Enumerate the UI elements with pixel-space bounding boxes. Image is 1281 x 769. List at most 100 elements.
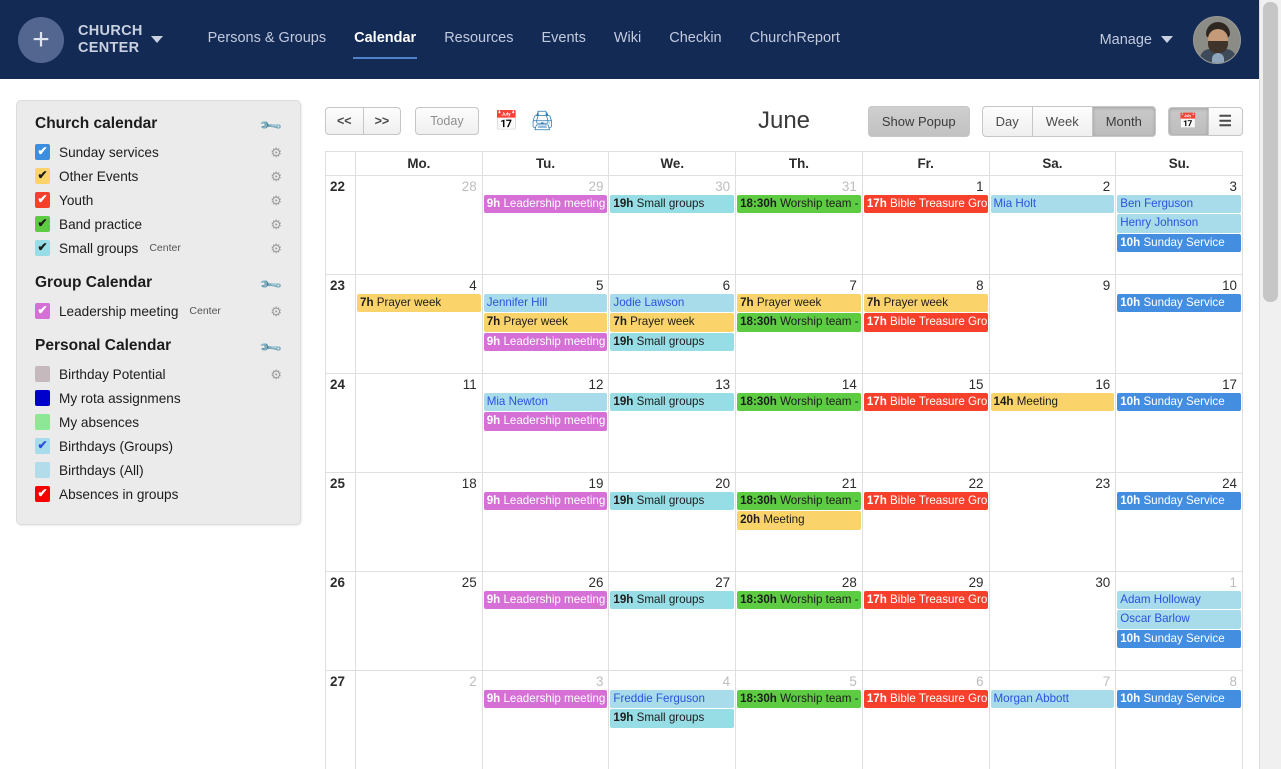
gear-icon[interactable]: ⚙ — [270, 368, 286, 381]
calendar-checkbox[interactable] — [35, 390, 50, 406]
calendar-checkbox[interactable]: ✔ — [35, 486, 50, 502]
calendar-event[interactable]: 18:30h Worship team - — [737, 690, 861, 709]
day-cell[interactable]: 16 14h Meeting — [988, 373, 1117, 473]
nav-item-calendar[interactable]: Calendar — [353, 26, 418, 59]
calendar-event[interactable]: 7h Prayer week — [610, 313, 735, 332]
calendar-event[interactable]: 19h Small groups — [610, 393, 735, 412]
day-cell[interactable]: 19 9h Leadership meeting — [481, 472, 610, 572]
calendar-event[interactable]: 19h Small groups — [610, 332, 735, 352]
list-view-icon[interactable]: ☰ — [1207, 106, 1243, 136]
calendar-checkbox[interactable] — [35, 366, 50, 382]
printer-icon[interactable]: 🖨 — [530, 112, 554, 131]
calendar-event[interactable]: 14h Meeting — [990, 393, 1115, 412]
calendar-filter-row[interactable]: ✔ Birthdays (Groups) — [35, 434, 286, 458]
calendar-checkbox[interactable] — [35, 414, 50, 430]
day-cell[interactable]: 18 — [355, 472, 483, 572]
calendar-event[interactable]: 17h Bible Treasure Gro — [863, 591, 988, 610]
calendar-filter-row[interactable]: Birthday Potential ⚙ — [35, 362, 286, 386]
calendar-checkbox[interactable]: ✔ — [35, 303, 50, 319]
calendar-event[interactable]: 7h Prayer week — [737, 294, 861, 313]
view-day-button[interactable]: Day — [981, 105, 1032, 137]
wrench-icon[interactable]: 🔧 — [259, 332, 288, 360]
nav-item-events[interactable]: Events — [541, 26, 587, 53]
calendar-event[interactable]: Morgan Abbott — [990, 690, 1115, 709]
calendar-event[interactable]: Freddie Ferguson — [610, 690, 735, 709]
day-cell[interactable]: 4 Freddie Ferguson 19h Small groups — [608, 670, 737, 769]
calendar-event[interactable]: 18:30h Worship team - — [737, 591, 861, 610]
day-cell[interactable]: 3 9h Leadership meeting — [481, 670, 610, 769]
day-cell[interactable]: 1 17h Bible Treasure Gro — [861, 175, 990, 275]
calendar-event[interactable]: 9h Leadership meeting — [483, 412, 608, 431]
gear-icon[interactable]: ⚙ — [270, 170, 286, 183]
calendar-event[interactable]: 9h Leadership meeting — [483, 591, 608, 610]
calendar-event[interactable]: Jodie Lawson — [610, 294, 735, 313]
calendar-event[interactable]: Adam Holloway — [1117, 591, 1241, 610]
calendar-checkbox[interactable]: ✔ — [35, 192, 50, 208]
calendar-filter-row[interactable]: ✔ Sunday services ⚙ — [35, 140, 286, 164]
calendar-event[interactable]: Oscar Barlow — [1117, 610, 1241, 629]
day-cell[interactable]: 31 18:30h Worship team - — [735, 175, 863, 275]
nav-item-churchreport[interactable]: ChurchReport — [749, 26, 841, 53]
calendar-checkbox[interactable]: ✔ — [35, 216, 50, 232]
plus-icon[interactable]: + — [18, 16, 64, 63]
calendar-event[interactable]: 7h Prayer week — [357, 294, 481, 313]
calendar-event[interactable]: 17h Bible Treasure Gro — [863, 492, 988, 511]
calendar-event[interactable]: 20h Meeting — [737, 511, 861, 530]
chevron-down-icon[interactable] — [150, 36, 163, 43]
gear-icon[interactable]: ⚙ — [270, 218, 286, 231]
calendar-filter-row[interactable]: ✔ Band practice ⚙ — [35, 212, 286, 236]
day-cell[interactable]: 17 10h Sunday Service — [1115, 373, 1243, 473]
day-cell[interactable]: 3 Ben Ferguson Henry Johnson 10h Sunday Ser… — [1115, 175, 1243, 275]
day-cell[interactable]: 5 Jennifer Hill 7h Prayer week 9h Leadershi… — [481, 274, 610, 374]
gear-icon[interactable]: ⚙ — [270, 305, 286, 318]
day-cell[interactable]: 6 17h Bible Treasure Gro — [861, 670, 990, 769]
view-week-button[interactable]: Week — [1031, 105, 1092, 137]
calendar-event[interactable]: 17h Bible Treasure Gro — [863, 195, 988, 214]
brand-logo[interactable]: CHURCH CENTER — [78, 23, 163, 57]
day-cell[interactable]: 11 — [355, 373, 483, 473]
calendar-filter-row[interactable]: My rota assignmens — [35, 386, 286, 410]
day-cell[interactable]: 13 19h Small groups — [608, 373, 737, 473]
calendar-event[interactable]: 10h Sunday Service — [1117, 233, 1241, 253]
day-cell[interactable]: 30 — [988, 571, 1117, 671]
page-scrollbar-thumb[interactable] — [1263, 2, 1278, 302]
calendar-event[interactable]: 9h Leadership meeting — [483, 690, 608, 709]
calendar-checkbox[interactable]: ✔ — [35, 144, 50, 160]
day-cell[interactable]: 30 19h Small groups — [608, 175, 737, 275]
gear-icon[interactable]: ⚙ — [270, 146, 286, 159]
calendar-event[interactable]: 19h Small groups — [610, 195, 735, 214]
calendar-filter-row[interactable]: ✔ Other Events ⚙ — [35, 164, 286, 188]
day-cell[interactable]: 29 9h Leadership meeting — [481, 175, 610, 275]
wrench-icon[interactable]: 🔧 — [259, 110, 288, 138]
calendar-checkbox[interactable]: ✔ — [35, 438, 50, 454]
calendar-event[interactable]: Jennifer Hill — [483, 294, 608, 313]
calendar-filter-row[interactable]: ✔ Leadership meeting Center ⚙ — [35, 299, 286, 323]
user-avatar[interactable] — [1193, 15, 1241, 64]
calendar-event[interactable]: 18:30h Worship team - — [737, 492, 861, 511]
calendar-event[interactable]: Mia Newton — [483, 393, 608, 412]
page-scrollbar[interactable] — [1259, 0, 1281, 769]
calendar-event[interactable]: 18:30h Worship team - — [737, 393, 861, 412]
day-cell[interactable]: 29 17h Bible Treasure Gro — [861, 571, 990, 671]
calendar-event[interactable]: Ben Ferguson — [1117, 195, 1241, 214]
calendar-checkbox[interactable] — [35, 462, 50, 478]
calendar-event[interactable]: Mia Holt — [990, 195, 1115, 214]
day-cell[interactable]: 10 10h Sunday Service — [1115, 274, 1243, 374]
calendar-filter-row[interactable]: Birthdays (All) — [35, 458, 286, 482]
day-cell[interactable]: 7 7h Prayer week 18:30h Worship team - — [735, 274, 863, 374]
calendar-event[interactable]: 9h Leadership meeting — [483, 492, 608, 511]
day-cell[interactable]: 8 10h Sunday Service — [1115, 670, 1243, 769]
day-cell[interactable]: 22 17h Bible Treasure Gro — [861, 472, 990, 572]
calendar-event[interactable]: 9h Leadership meeting — [483, 332, 608, 352]
calendar-event[interactable]: 19h Small groups — [610, 709, 735, 728]
calendar-event[interactable]: Henry Johnson — [1117, 214, 1241, 233]
chevron-down-icon[interactable] — [1161, 36, 1173, 43]
calendar-event[interactable]: 17h Bible Treasure Gro — [863, 393, 988, 412]
day-cell[interactable]: 5 18:30h Worship team - — [735, 670, 863, 769]
nav-item-resources[interactable]: Resources — [443, 26, 514, 53]
day-cell[interactable]: 24 10h Sunday Service — [1115, 472, 1243, 572]
day-cell[interactable]: 28 18:30h Worship team - — [735, 571, 863, 671]
day-cell[interactable]: 8 7h Prayer week 17h Bible Treasure Gro — [861, 274, 990, 374]
next-month-button[interactable]: >> — [362, 106, 402, 136]
calendar-event[interactable]: 18:30h Worship team - — [737, 195, 861, 214]
